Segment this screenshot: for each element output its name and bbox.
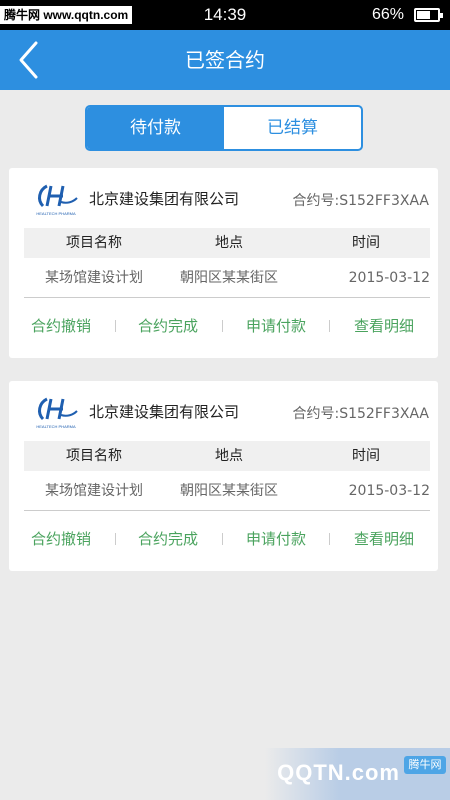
view-details-button[interactable]: 查看明细 [354,521,414,557]
svg-text:HEALTECH PHARMA: HEALTECH PHARMA [36,424,76,429]
nav-bar: 已签合约 [0,30,450,90]
date: 2015-03-12 [348,483,430,499]
watermark-badge: 腾牛网 [404,756,446,774]
cancel-contract-button[interactable]: 合约撤销 [31,308,91,344]
request-payment-button[interactable]: 申请付款 [246,521,306,557]
company-logo: HEALTECH PHARMA [36,184,78,216]
qqtn-watermark: QQTN.com 腾牛网 [265,748,450,800]
project-name: 某场馆建设计划 [45,270,143,286]
table-row: 某场馆建设计划 朝阳区某某街区 2015-03-12 [24,258,430,298]
divider [222,533,223,545]
divider [329,320,330,332]
complete-contract-button[interactable]: 合约完成 [138,521,198,557]
divider [115,533,116,545]
contract-card: HEALTECH PHARMA 北京建设集团有限公司 合约号:S152FF3XA… [9,381,438,571]
complete-contract-button[interactable]: 合约完成 [138,308,198,344]
table-row: 某场馆建设计划 朝阳区某某街区 2015-03-12 [24,471,430,511]
contract-number: 合约号:S152FF3XAA [292,406,429,422]
column-project: 项目名称 [66,235,122,251]
status-bar: 腾牛网 www.qqtn.com 14:39 66% [0,0,450,30]
company-name: 北京建设集团有限公司 [89,403,240,421]
table-header: 项目名称 地点 时间 [24,441,430,471]
column-location: 地点 [215,235,243,251]
column-time: 时间 [352,448,380,464]
divider [329,533,330,545]
column-location: 地点 [215,448,243,464]
page-title: 已签合约 [185,48,265,72]
watermark-brand: QQTN.com [277,760,400,785]
column-project: 项目名称 [66,448,122,464]
project-name: 某场馆建设计划 [45,483,143,499]
tab-pending-payment[interactable]: 待付款 [87,107,224,149]
card-actions: 合约撤销 合约完成 申请付款 查看明细 [9,308,438,344]
svg-text:HEALTECH PHARMA: HEALTECH PHARMA [36,211,76,216]
company-logo: HEALTECH PHARMA [36,397,78,429]
divider [222,320,223,332]
cancel-contract-button[interactable]: 合约撤销 [31,521,91,557]
divider [115,320,116,332]
location: 朝阳区某某街区 [180,483,278,499]
request-payment-button[interactable]: 申请付款 [246,308,306,344]
contract-card: HEALTECH PHARMA 北京建设集团有限公司 合约号:S152FF3XA… [9,168,438,358]
tab-settled[interactable]: 已结算 [224,107,361,149]
location: 朝阳区某某街区 [180,270,278,286]
card-actions: 合约撤销 合约完成 申请付款 查看明细 [9,521,438,557]
view-details-button[interactable]: 查看明细 [354,308,414,344]
contract-number: 合约号:S152FF3XAA [292,193,429,209]
date: 2015-03-12 [348,270,430,286]
battery-percent: 66% [371,6,404,23]
battery-icon [414,8,443,22]
company-name: 北京建设集团有限公司 [89,190,240,208]
table-header: 项目名称 地点 时间 [24,228,430,258]
status-tabs: 待付款 已结算 [85,105,363,151]
column-time: 时间 [352,235,380,251]
